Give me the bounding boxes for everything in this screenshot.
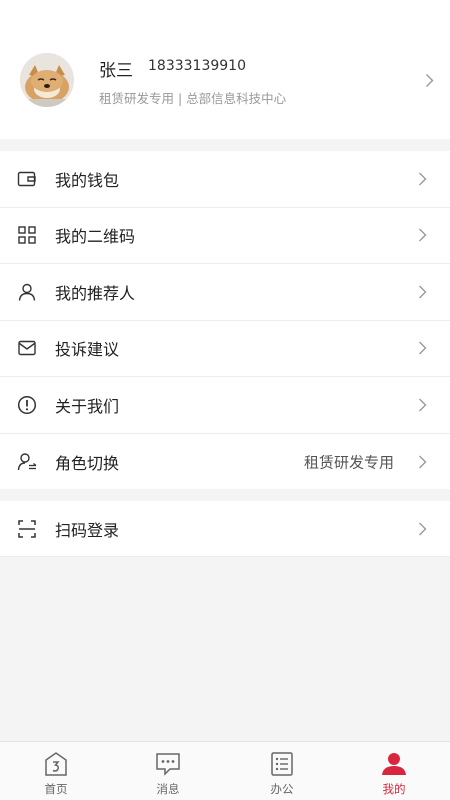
menu-group-scan: 扫码登录	[0, 501, 450, 557]
tab-mine[interactable]: 我的	[338, 742, 450, 800]
chevron-right-icon	[418, 228, 427, 243]
menu-item-scan-login[interactable]: 扫码登录	[0, 501, 450, 557]
tab-label: 办公	[270, 782, 294, 796]
menu-item-feedback[interactable]: 投诉建议	[0, 321, 450, 377]
menu-item-label: 扫码登录	[55, 520, 120, 540]
menu-item-label: 角色切换	[55, 453, 120, 473]
info-icon	[17, 395, 37, 415]
menu-item-wallet[interactable]: 我的钱包	[0, 151, 450, 208]
person-icon	[17, 282, 37, 302]
bottom-tab-bar: 首页 消息 办公 我的	[0, 741, 450, 800]
user-phone: 18333139910	[148, 58, 246, 74]
menu-group-main: 我的钱包 我的二维码 我的推荐人 投诉建议 关于我们 角色切换 租赁研发专用	[0, 151, 450, 489]
tab-label: 首页	[44, 782, 68, 796]
profile-icon	[381, 751, 407, 777]
role-switch-icon	[17, 452, 37, 472]
menu-item-qrcode[interactable]: 我的二维码	[0, 208, 450, 264]
wallet-icon	[17, 169, 37, 189]
chevron-right-icon	[418, 171, 427, 186]
chevron-right-icon	[418, 521, 427, 536]
user-name: 张三	[99, 61, 133, 81]
menu-item-label: 投诉建议	[55, 340, 120, 360]
menu-item-label: 我的推荐人	[55, 283, 136, 303]
chevron-right-icon	[425, 73, 434, 88]
chevron-right-icon	[418, 341, 427, 356]
chevron-right-icon	[418, 397, 427, 412]
menu-item-label: 我的二维码	[55, 227, 136, 247]
profile-header[interactable]: 张三 18333139910 租赁研发专用 | 总部信息科技中心	[0, 0, 450, 139]
tab-office[interactable]: 办公	[226, 742, 338, 800]
menu-item-label: 我的钱包	[55, 170, 120, 190]
chevron-right-icon	[418, 454, 427, 469]
menu-item-about[interactable]: 关于我们	[0, 377, 450, 434]
home-icon	[43, 751, 69, 777]
menu-item-referrer[interactable]: 我的推荐人	[0, 264, 450, 321]
message-icon	[155, 751, 181, 777]
chevron-right-icon	[418, 284, 427, 299]
qr-grid-icon	[17, 225, 37, 245]
mail-icon	[17, 338, 37, 358]
menu-item-label: 关于我们	[55, 396, 120, 416]
tab-home[interactable]: 首页	[0, 742, 112, 800]
avatar[interactable]	[20, 53, 74, 107]
office-list-icon	[269, 751, 295, 777]
menu-item-role-switch[interactable]: 角色切换 租赁研发专用	[0, 434, 450, 491]
tab-label: 我的	[382, 782, 406, 796]
user-department: 租赁研发专用 | 总部信息科技中心	[99, 91, 287, 106]
tab-messages[interactable]: 消息	[112, 742, 224, 800]
current-role-value: 租赁研发专用	[303, 453, 394, 472]
scan-icon	[17, 519, 37, 539]
tab-label: 消息	[156, 782, 180, 796]
